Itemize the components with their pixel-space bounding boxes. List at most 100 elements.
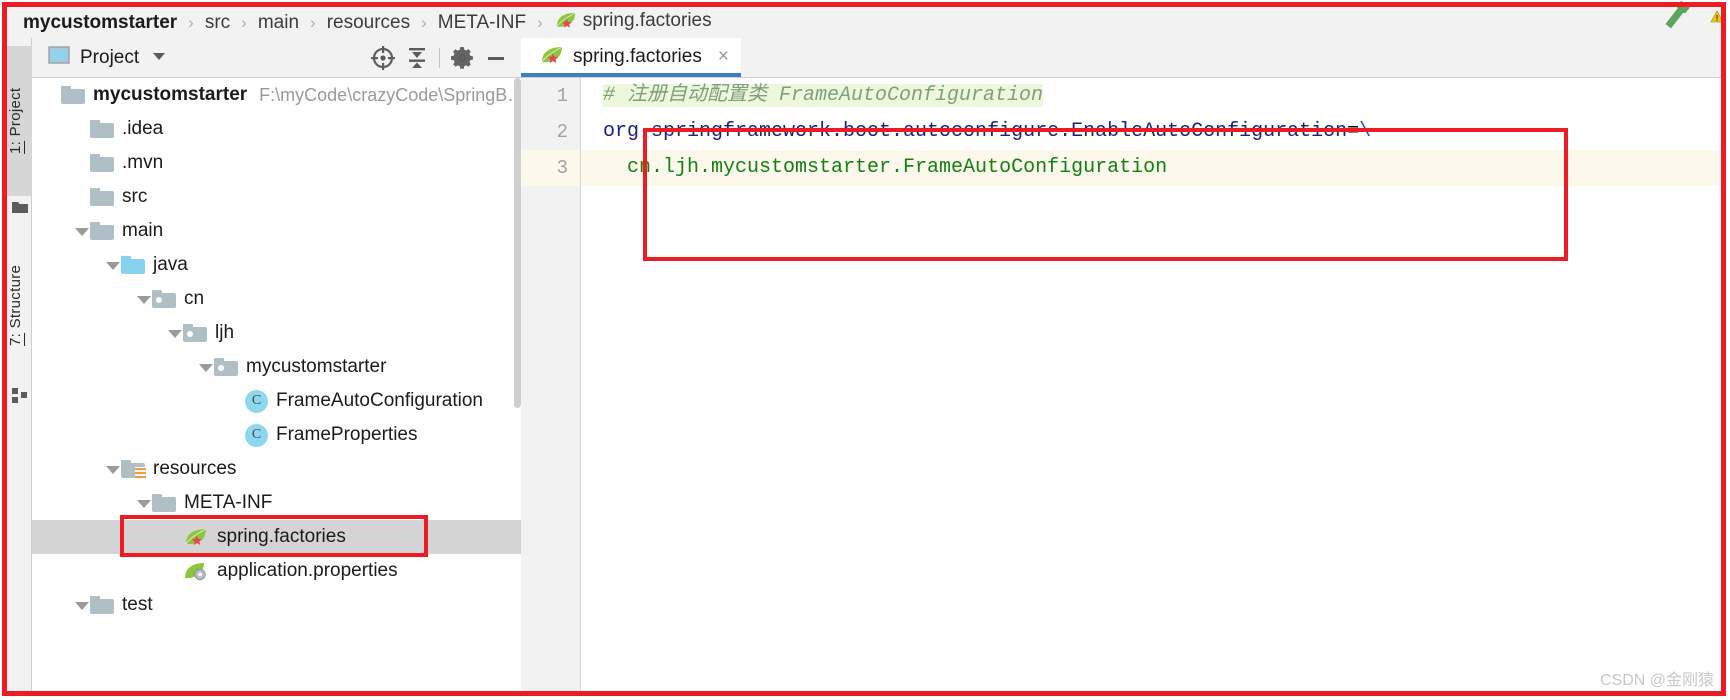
spring-leaf-icon	[183, 527, 209, 547]
breadcrumb-separator: ›	[537, 12, 543, 32]
code-line[interactable]: # 注册自动配置类 FrameAutoConfiguration	[581, 78, 1721, 114]
tree-row-label: test	[122, 594, 153, 615]
tree-row[interactable]: ljh	[32, 316, 521, 350]
folder-icon	[90, 222, 114, 240]
gear-icon[interactable]	[445, 43, 479, 73]
resources-folder-icon	[121, 460, 146, 479]
folder-icon	[90, 188, 114, 206]
tree-row-label: mycustomstarter	[246, 356, 387, 377]
tree-row[interactable]: cn	[32, 282, 521, 316]
chevron-down-icon[interactable]	[104, 257, 121, 274]
breadcrumb-item[interactable]: resources	[327, 12, 410, 34]
wrench-icon[interactable]	[1652, 0, 1696, 41]
code-lines[interactable]: # 注册自动配置类 FrameAutoConfiguration org.spri…	[581, 78, 1721, 693]
tree-row-label: resources	[153, 458, 237, 479]
code-line[interactable]: cn.ljh.mycustomstarter.FrameAutoConfigur…	[581, 150, 1721, 186]
breadcrumb-item[interactable]: spring.factories	[554, 10, 712, 35]
tree-row[interactable]: mycustomstarter F:\myCode\crazyCode\Sprin…	[32, 78, 521, 112]
project-window-icon	[12, 200, 28, 219]
chevron-down-icon[interactable]	[104, 461, 121, 478]
tree-row-label: .idea	[122, 118, 164, 139]
collapse-all-icon[interactable]	[400, 43, 434, 73]
structure-icon	[12, 388, 28, 409]
chevron-down-icon[interactable]	[166, 325, 183, 342]
chevron-down-icon[interactable]	[151, 49, 167, 67]
folder-icon	[90, 120, 114, 138]
tree-row[interactable]: application.properties	[32, 554, 521, 588]
tree-row[interactable]: test	[32, 588, 521, 622]
tool-tab-number: 7:	[7, 332, 24, 347]
tree-row-label: META-INF	[184, 492, 273, 513]
code-line[interactable]: org.springframework.boot.autoconfigure.E…	[581, 114, 1721, 150]
project-panel-title: Project	[80, 46, 140, 68]
editor-tab-bar: spring.factories ×	[521, 37, 1721, 78]
tool-tab-label: Structure	[7, 264, 24, 333]
tree-row-label: main	[122, 220, 164, 241]
tree-row[interactable]: C FrameAutoConfiguration	[32, 384, 521, 418]
breadcrumb-separator: ›	[421, 12, 427, 32]
breadcrumb-item[interactable]: mycustomstarter	[23, 12, 177, 34]
warning-badge-icon[interactable]	[1710, 10, 1724, 27]
tab-spring-factories[interactable]: spring.factories ×	[521, 37, 741, 77]
editor-area: spring.factories × 1 2 3 # 注册自动配置类 FrameAu…	[521, 37, 1721, 693]
tree-row-label: .mvn	[122, 152, 164, 173]
tree-row[interactable]: META-INF	[32, 486, 521, 520]
tree-row[interactable]: .mvn	[32, 146, 521, 180]
package-icon	[214, 358, 238, 376]
spring-leaf-icon	[554, 11, 578, 35]
tree-row[interactable]: resources	[32, 452, 521, 486]
code-viewport[interactable]: 1 2 3 # 注册自动配置类 FrameAutoConfiguration org.…	[521, 78, 1721, 693]
sidebar-item-structure[interactable]: 7: Structure	[7, 228, 32, 383]
breadcrumb-item[interactable]: main	[258, 12, 299, 34]
sidebar-item-project[interactable]: 1: Project	[7, 46, 32, 196]
tree-row[interactable]: java	[32, 248, 521, 282]
folder-icon	[90, 154, 114, 172]
tree-row-label: ljh	[215, 322, 235, 343]
watermark: CSDN @金刚猿	[1599, 672, 1714, 689]
tree-row-label: src	[122, 186, 148, 207]
package-icon	[183, 324, 207, 342]
chevron-down-icon[interactable]	[135, 291, 152, 308]
toolbar-divider	[439, 47, 440, 68]
project-tree[interactable]: mycustomstarter F:\myCode\crazyCode\Sprin…	[32, 78, 521, 693]
chevron-down-icon[interactable]	[73, 223, 90, 240]
tree-row-label: java	[153, 254, 188, 275]
tool-window-strip: 1: Project 7: Structure	[7, 38, 32, 693]
chevron-down-icon[interactable]	[197, 359, 214, 376]
source-folder-icon	[121, 256, 145, 274]
tree-row-label: FrameAutoConfiguration	[276, 390, 483, 411]
tree-row[interactable]: .idea	[32, 112, 521, 146]
minimize-icon[interactable]	[479, 43, 513, 73]
tree-row-label: spring.factories	[217, 526, 346, 547]
tree-row[interactable]: spring.factories	[32, 520, 521, 554]
line-number-gutter: 1 2 3	[521, 78, 581, 693]
breadcrumb-separator: ›	[188, 12, 194, 32]
breadcrumb-item[interactable]: META-INF	[438, 12, 526, 34]
spring-leaf-icon	[539, 45, 565, 70]
tree-row-path: F:\myCode\crazyCode\SpringB…	[259, 84, 521, 105]
close-icon[interactable]: ×	[718, 46, 729, 68]
package-icon	[152, 290, 176, 308]
breadcrumb-item[interactable]: src	[205, 12, 230, 34]
project-tree-scrollbar[interactable]	[514, 78, 521, 693]
tree-row[interactable]: main	[32, 214, 521, 248]
spring-properties-icon	[183, 561, 209, 581]
code-token: org.springframework.boot.autoconfigure.E…	[603, 120, 1348, 143]
tree-row-label: cn	[184, 288, 205, 309]
chevron-down-icon[interactable]	[73, 597, 90, 614]
breadcrumb[interactable]: mycustomstarter › src › main › resources › META-…	[7, 7, 1721, 38]
tree-row[interactable]: mycustomstarter	[32, 350, 521, 384]
tab-label: spring.factories	[573, 46, 702, 67]
breadcrumb-separator: ›	[310, 12, 316, 32]
tree-row[interactable]: C FrameProperties	[32, 418, 521, 452]
target-crosshair-icon[interactable]	[366, 43, 400, 73]
folder-icon	[90, 596, 114, 614]
breadcrumb-separator: ›	[241, 12, 247, 32]
chevron-down-icon[interactable]	[135, 495, 152, 512]
tree-row[interactable]: src	[32, 180, 521, 214]
